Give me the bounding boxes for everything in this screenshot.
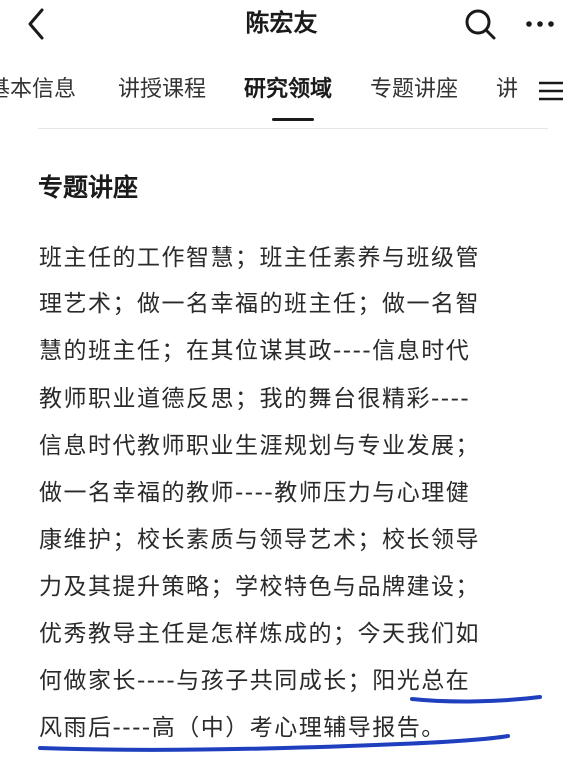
text-line: 慧的班主任；在其位谋其政----信息时代	[39, 338, 471, 364]
text-line: 力及其提升策略；学校特色与品牌建设；	[39, 574, 480, 600]
tab-basic-info[interactable]: 基本信息	[0, 74, 76, 106]
text-line: 康维护；校长素质与领导艺术；校长领导	[39, 527, 480, 553]
tab-courses[interactable]: 讲授课程	[118, 74, 206, 106]
more-button[interactable]	[522, 6, 558, 42]
text-line: 班主任的工作智慧；班主任素养与班级管	[39, 245, 480, 271]
tab-research-fields[interactable]: 研究领域	[244, 74, 332, 106]
tab-lectures[interactable]: 专题讲座	[370, 74, 458, 106]
more-horizontal-icon	[526, 21, 554, 27]
menu-icon	[539, 81, 563, 101]
tab-bar: 基本信息 讲授课程 研究领域 专题讲座 讲	[0, 66, 563, 126]
text-line: 优秀教导主任是怎样炼成的；今天我们如	[39, 621, 480, 647]
text-line: 何做家长----与孩子共同成长；阳光总在	[39, 668, 471, 694]
tab-more-partial[interactable]: 讲	[496, 74, 518, 106]
active-tab-indicator	[272, 118, 314, 121]
page: 陈宏友 基本信息 讲授课程 研究领域 专题讲座 讲	[0, 0, 563, 760]
text-line: 风雨后----高（中）考心理辅导报告。	[39, 715, 446, 741]
text-line: 理艺术；做一名幸福的班主任；做一名智	[39, 291, 480, 317]
text-line: 教师职业道德反思；我的舞台很精彩----	[39, 386, 471, 412]
divider	[38, 128, 548, 129]
section-title: 专题讲座	[38, 173, 139, 202]
search-button[interactable]	[462, 6, 498, 42]
top-bar: 陈宏友	[0, 0, 563, 48]
text-line: 信息时代教师职业生涯规划与专业发展；	[39, 433, 480, 459]
tab-menu-button[interactable]	[536, 76, 563, 106]
text-line: 做一名幸福的教师----教师压力与心理健	[39, 480, 471, 506]
search-icon	[465, 9, 496, 40]
